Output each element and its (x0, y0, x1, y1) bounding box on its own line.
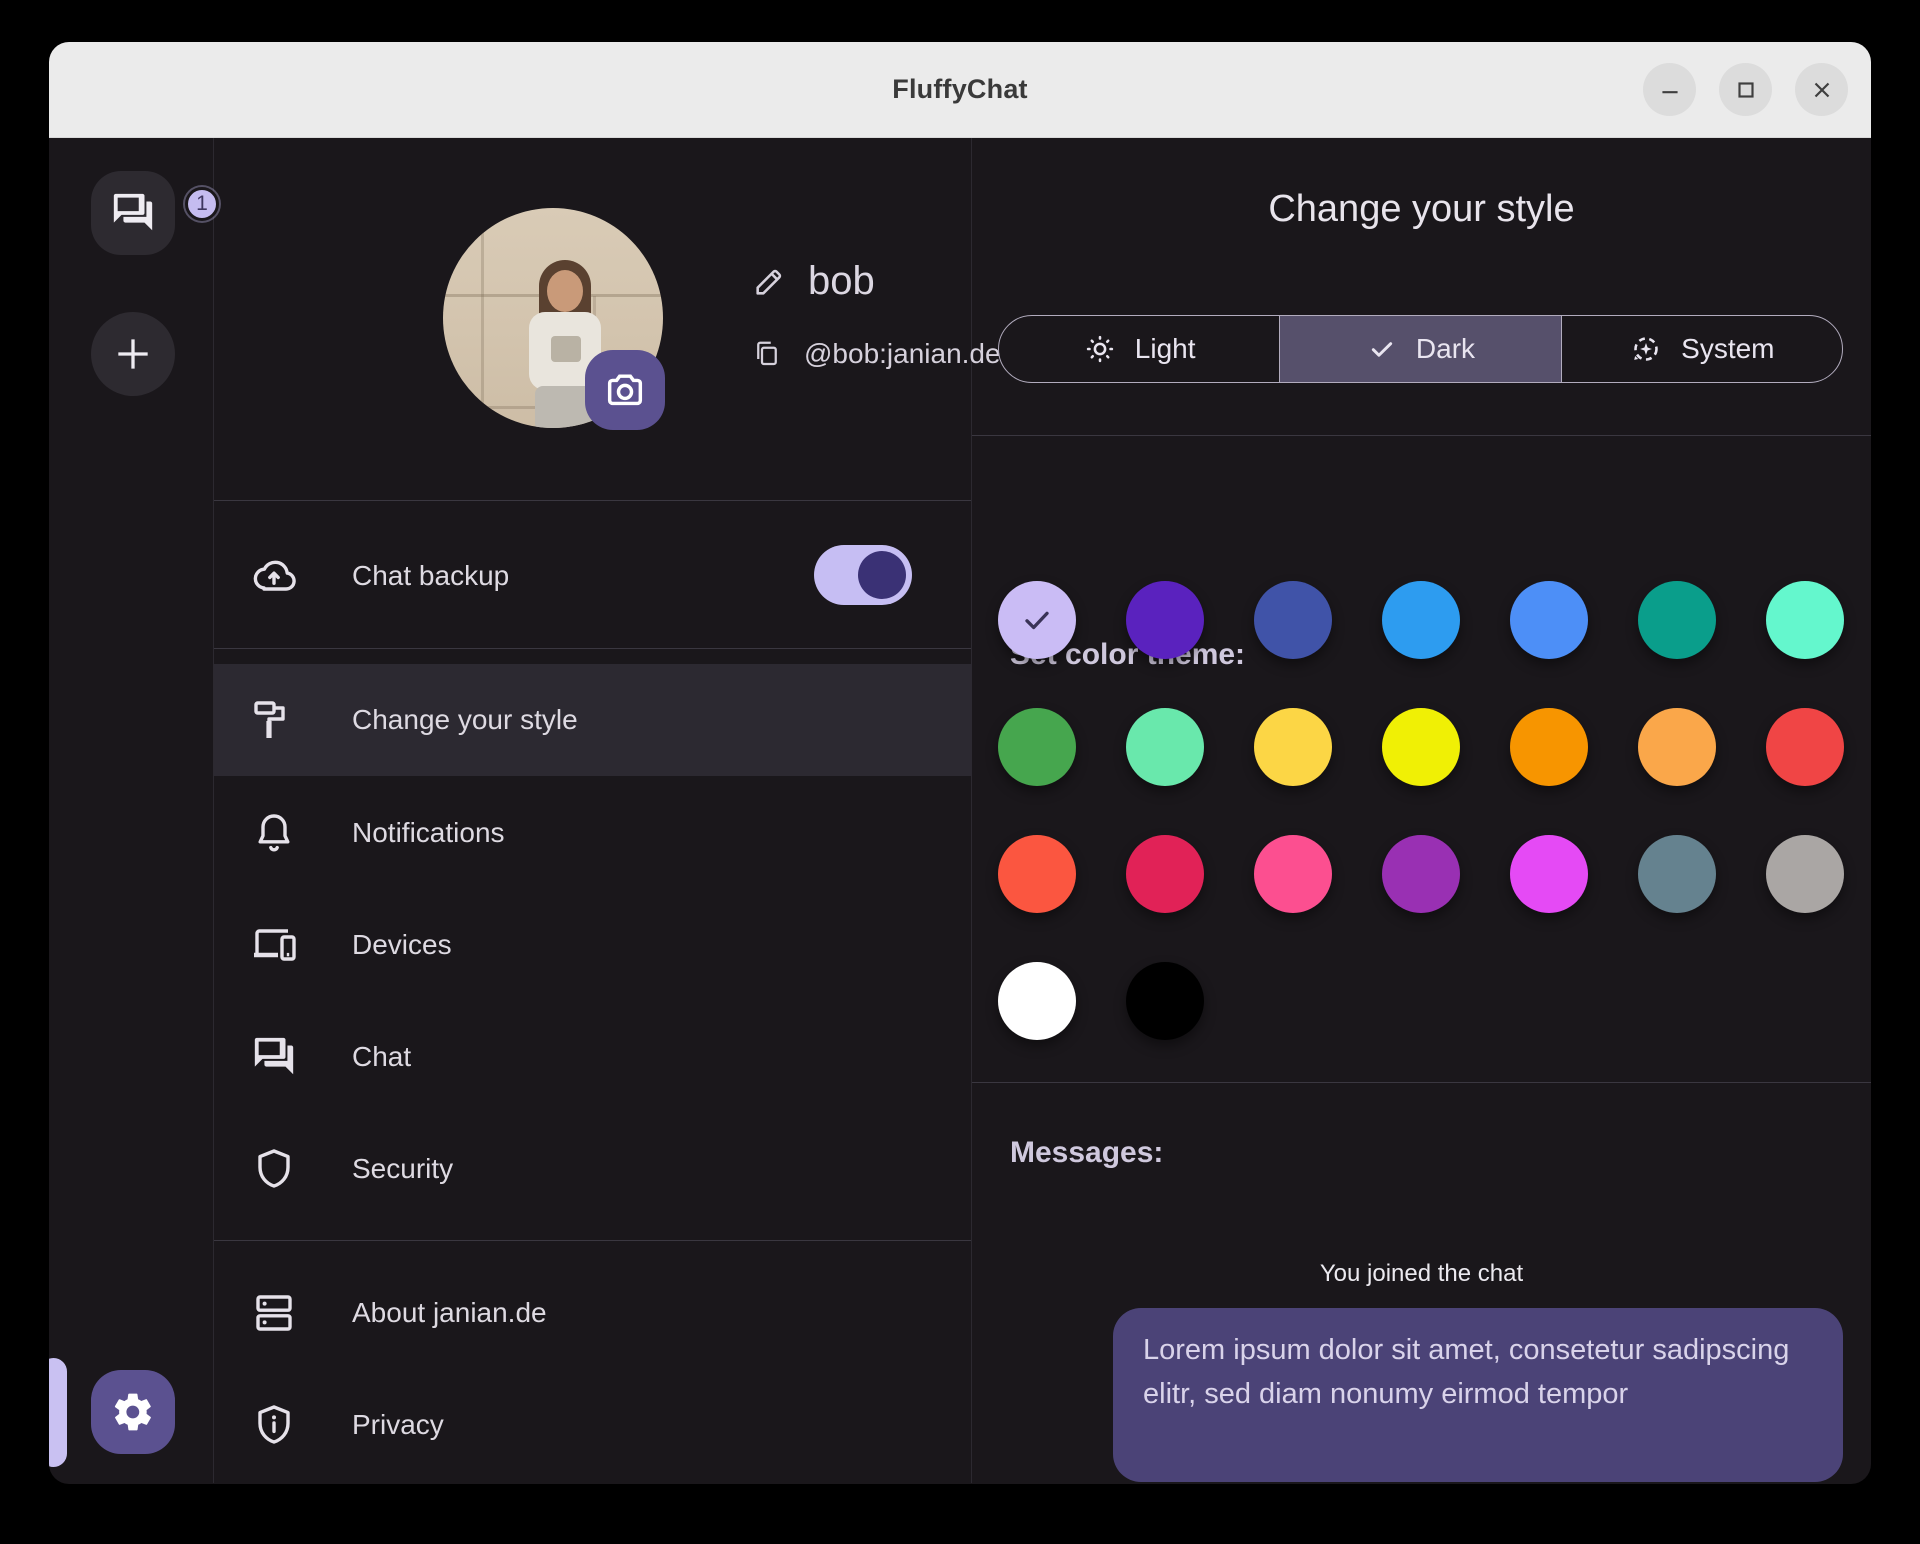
nav-item-change-style[interactable]: Change your style (214, 664, 972, 776)
close-icon (1809, 77, 1835, 103)
theme-mode-light[interactable]: Light (999, 316, 1279, 382)
toggle-thumb (858, 551, 906, 599)
minimize-icon (1657, 77, 1683, 103)
devices-icon (250, 921, 298, 969)
matrix-id-row[interactable]: @bob:janian.de (752, 338, 1001, 370)
color-swatch[interactable] (1126, 708, 1204, 786)
active-nav-indicator (49, 1358, 67, 1467)
display-name: bob (808, 259, 875, 304)
nav-item-label: Security (352, 1153, 453, 1185)
nav-item-label: Change your style (352, 704, 578, 736)
maximize-icon (1733, 77, 1759, 103)
color-swatch[interactable] (998, 708, 1076, 786)
color-swatch-grid (998, 581, 1844, 1040)
paint-roller-icon (250, 696, 298, 744)
color-swatch[interactable] (1382, 581, 1460, 659)
color-swatch[interactable] (1254, 581, 1332, 659)
minimize-button[interactable] (1643, 63, 1696, 116)
chats-button[interactable]: 1 (91, 171, 175, 255)
shield-icon (250, 1145, 298, 1193)
nav-item-label: About janian.de (352, 1297, 547, 1329)
color-swatch[interactable] (1510, 708, 1588, 786)
theme-mode-selector: Light Dark (998, 315, 1843, 383)
nav-item-label: Chat backup (352, 560, 509, 592)
avatar-detail (551, 336, 581, 362)
nav-item-devices[interactable]: Devices (214, 889, 972, 1001)
theme-mode-label: System (1681, 333, 1774, 365)
style-settings-panel: Change your style Light (972, 138, 1871, 1483)
color-swatch-selected[interactable] (998, 581, 1076, 659)
titlebar: FluffyChat (49, 42, 1871, 138)
page-title: Change your style (972, 188, 1871, 231)
nav-item-about[interactable]: About janian.de (214, 1257, 972, 1369)
cloud-upload-icon (250, 552, 298, 600)
nav-item-label: Chat (352, 1041, 411, 1073)
auto-theme-icon (1629, 332, 1663, 366)
window-controls (1643, 63, 1848, 116)
display-name-row[interactable]: bob (752, 259, 875, 304)
check-icon (1366, 333, 1398, 365)
color-swatch[interactable] (1766, 708, 1844, 786)
divider (214, 500, 971, 501)
theme-mode-label: Light (1135, 333, 1196, 365)
settings-nav: bob @bob:janian.de (214, 138, 972, 1483)
color-swatch[interactable] (1254, 708, 1332, 786)
theme-mode-system[interactable]: System (1562, 316, 1842, 382)
privacy-shield-icon (250, 1401, 298, 1449)
color-swatch[interactable] (1126, 835, 1204, 913)
color-swatch[interactable] (1766, 581, 1844, 659)
color-swatch[interactable] (1126, 962, 1204, 1040)
color-swatch[interactable] (1638, 708, 1716, 786)
divider (972, 435, 1871, 436)
messages-heading: Messages: (1010, 1136, 1163, 1170)
color-swatch[interactable] (1638, 835, 1716, 913)
plus-icon (111, 332, 155, 376)
nav-item-chat[interactable]: Chat (214, 1001, 972, 1113)
color-swatch[interactable] (1510, 581, 1588, 659)
color-swatch[interactable] (998, 962, 1076, 1040)
color-swatch[interactable] (998, 835, 1076, 913)
check-icon (1017, 600, 1057, 640)
fluffychat-window: FluffyChat 1 (49, 42, 1871, 1484)
theme-mode-dark[interactable]: Dark (1279, 316, 1561, 382)
sun-icon (1083, 332, 1117, 366)
nav-item-label: Devices (352, 929, 452, 961)
copy-icon (752, 339, 782, 369)
new-chat-button[interactable] (91, 312, 175, 396)
camera-icon (602, 367, 648, 413)
divider (972, 1082, 1871, 1083)
joined-chat-notice: You joined the chat (972, 1260, 1871, 1288)
nav-item-privacy[interactable]: Privacy (214, 1369, 972, 1481)
color-swatch[interactable] (1126, 581, 1204, 659)
server-icon (250, 1289, 298, 1337)
gear-icon (111, 1390, 155, 1434)
change-avatar-button[interactable] (585, 350, 665, 430)
avatar-detail (547, 270, 583, 312)
color-swatch[interactable] (1382, 835, 1460, 913)
maximize-button[interactable] (1719, 63, 1772, 116)
chat-bubbles-icon (250, 1033, 298, 1081)
chat-backup-toggle[interactable] (814, 545, 912, 605)
theme-mode-label: Dark (1416, 333, 1475, 365)
divider (214, 1240, 971, 1241)
nav-item-security[interactable]: Security (214, 1113, 972, 1225)
nav-item-label: Notifications (352, 817, 505, 849)
color-swatch[interactable] (1638, 581, 1716, 659)
divider (214, 648, 971, 649)
message-bubble-preview: Lorem ipsum dolor sit amet, consetetur s… (1113, 1308, 1843, 1482)
color-swatch[interactable] (1510, 835, 1588, 913)
color-swatch[interactable] (1766, 835, 1844, 913)
nav-item-label: Privacy (352, 1409, 444, 1441)
close-button[interactable] (1795, 63, 1848, 116)
avatar-detail (481, 208, 484, 428)
settings-button[interactable] (91, 1370, 175, 1454)
color-swatch[interactable] (1254, 835, 1332, 913)
forum-icon (110, 190, 156, 236)
color-swatch[interactable] (1382, 708, 1460, 786)
left-rail: 1 (49, 138, 214, 1483)
bell-icon (250, 809, 298, 857)
edit-icon (752, 265, 786, 299)
window-title: FluffyChat (892, 74, 1027, 105)
nav-item-notifications[interactable]: Notifications (214, 777, 972, 889)
